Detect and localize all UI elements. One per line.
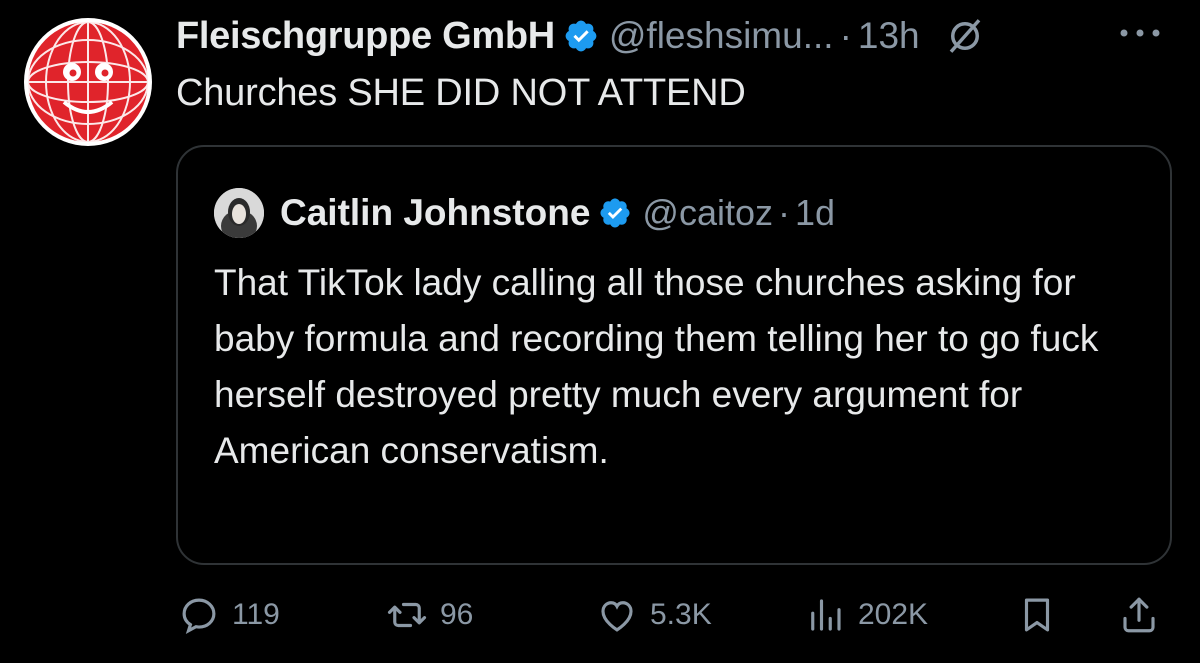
grok-icon[interactable]	[944, 15, 986, 57]
red-globe-face-avatar	[27, 21, 149, 143]
more-icon[interactable]	[1110, 18, 1170, 48]
quoted-post-text: That TikTok lady calling all those churc…	[214, 262, 1099, 471]
share-button[interactable]	[1118, 585, 1160, 645]
heart-icon	[601, 601, 633, 632]
views-button[interactable]: 202K	[804, 585, 928, 645]
separator-dot: ·	[778, 192, 790, 233]
verified-badge-icon	[598, 196, 632, 230]
bookmark-button[interactable]	[1016, 585, 1058, 645]
like-button[interactable]: 5.3K	[596, 585, 712, 645]
quoted-author-avatar	[214, 188, 264, 238]
post-timestamp[interactable]: 13h	[858, 15, 920, 57]
views-chart-icon	[811, 599, 841, 631]
quoted-post-timestamp: 1d	[795, 192, 836, 233]
reply-count: 119	[232, 598, 280, 631]
quoted-post-card[interactable]: Caitlin Johnstone @caitoz · 1d That TikT…	[176, 145, 1172, 565]
separator-dot: ·	[839, 15, 852, 56]
verified-badge-icon	[563, 18, 599, 54]
author-avatar[interactable]	[24, 18, 152, 146]
like-count: 5.3K	[650, 598, 712, 631]
action-bar: 119 96 5.3K 202K	[0, 585, 1200, 645]
repost-icon	[387, 602, 427, 628]
repost-count: 96	[440, 598, 474, 631]
repost-button[interactable]: 96	[386, 585, 473, 645]
view-count: 202K	[858, 598, 929, 631]
post-text: Churches SHE DID NOT ATTEND	[176, 72, 746, 114]
quoted-post-header: Caitlin Johnstone @caitoz · 1d	[214, 185, 835, 241]
quoted-author-handle: @caitoz	[642, 192, 773, 233]
author-display-name[interactable]: Fleischgruppe GmbH	[176, 15, 555, 58]
quoted-author-display-name: Caitlin Johnstone	[280, 192, 591, 233]
share-icon	[1123, 597, 1155, 633]
reply-icon	[182, 598, 216, 635]
bookmark-icon	[1024, 598, 1050, 632]
post-header: Fleischgruppe GmbH @fleshsimu... · 13h	[176, 8, 986, 64]
reply-button[interactable]: 119	[178, 585, 280, 645]
author-handle[interactable]: @fleshsimu...	[609, 15, 834, 57]
